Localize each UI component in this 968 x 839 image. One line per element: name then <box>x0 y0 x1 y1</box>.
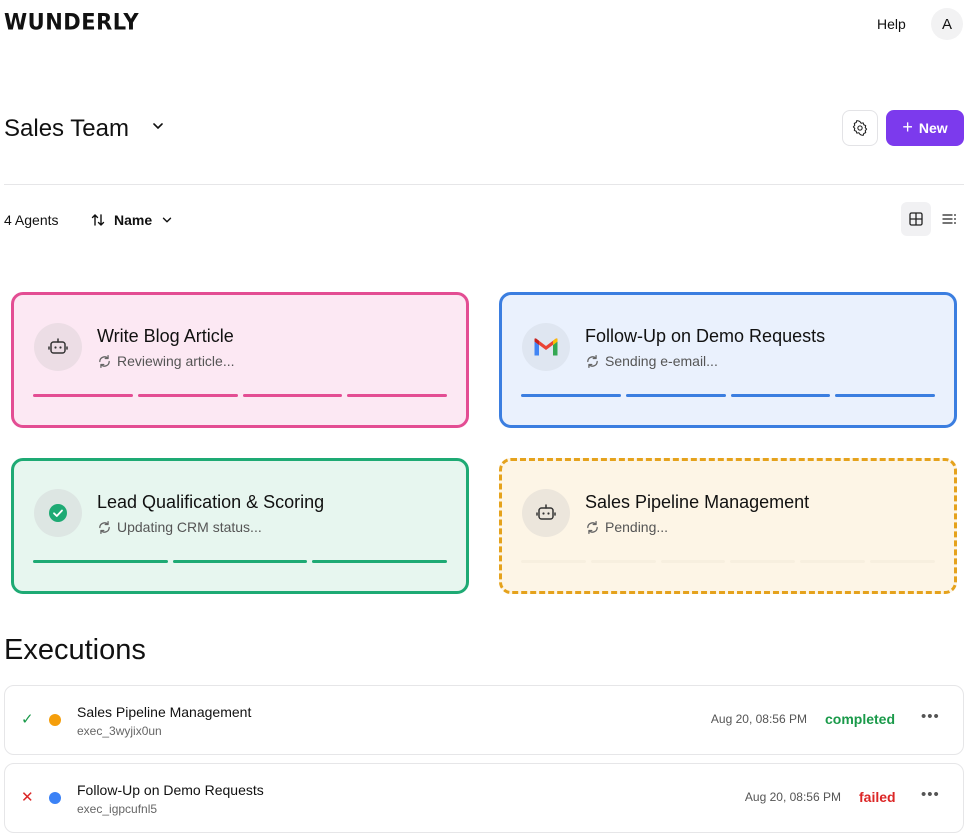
plus-icon: + <box>902 117 913 137</box>
execution-id: exec_igpcufnl5 <box>77 802 158 816</box>
agents-count: 4 Agents <box>4 212 59 228</box>
refresh-icon <box>587 520 598 534</box>
progress-bar <box>521 394 935 398</box>
agent-avatar <box>34 323 82 371</box>
more-options-icon[interactable]: ••• <box>921 708 940 725</box>
grid-icon <box>909 212 923 226</box>
agent-title: Follow-Up on Demo Requests <box>585 326 826 346</box>
status-dot <box>49 792 61 804</box>
agent-card[interactable]: Lead Qualification & Scoring Updating CR… <box>11 458 469 594</box>
agent-status-text: Pending... <box>605 519 669 535</box>
agent-avatar <box>522 323 570 371</box>
sort-label: Name <box>114 212 153 228</box>
execution-row[interactable]: ✓ Sales Pipeline Management exec_3wyjix0… <box>4 685 964 755</box>
team-selector[interactable]: Sales Team <box>4 115 129 143</box>
brand-logo[interactable]: WUNDERLY <box>4 9 139 34</box>
agent-card[interactable]: Follow-Up on Demo Requests Sending e-ema… <box>499 292 957 428</box>
execution-row[interactable]: ✕ Follow-Up on Demo Requests exec_igpcuf… <box>4 763 964 833</box>
agent-title: Lead Qualification & Scoring <box>97 492 325 512</box>
chevron-down-icon <box>162 217 172 223</box>
sort-icon <box>91 214 105 226</box>
status-badge: completed <box>825 711 896 727</box>
execution-time: Aug 20, 08:56 PM <box>710 712 807 726</box>
execution-name: Sales Pipeline Management <box>77 704 252 720</box>
refresh-icon <box>99 354 110 368</box>
new-agent-button[interactable]: + New <box>886 110 964 146</box>
agent-status: Reviewing article... <box>97 353 235 369</box>
agent-status: Sending e-email... <box>585 353 718 369</box>
refresh-icon <box>99 520 110 534</box>
more-options-icon[interactable]: ••• <box>921 786 940 803</box>
grid-view-button[interactable] <box>901 202 931 236</box>
sort-dropdown[interactable]: Name <box>90 208 174 232</box>
agent-avatar <box>34 489 82 537</box>
settings-button[interactable] <box>842 110 878 146</box>
agent-avatar <box>522 489 570 537</box>
progress-bar <box>33 560 448 564</box>
new-button-label: New <box>918 120 948 136</box>
robot-icon <box>48 338 68 354</box>
agent-status-text: Updating CRM status... <box>117 519 262 535</box>
chevron-down-icon[interactable] <box>150 118 166 134</box>
avatar[interactable]: A <box>931 8 963 40</box>
list-icon <box>941 214 956 224</box>
progress-bar <box>521 560 935 564</box>
agent-card[interactable]: Sales Pipeline Management Pending... <box>499 458 957 594</box>
team-header: Sales Team + New <box>4 110 964 146</box>
agent-status: Updating CRM status... <box>97 519 262 535</box>
status-badge: failed <box>859 789 896 805</box>
execution-time: Aug 20, 08:56 PM <box>744 790 841 804</box>
agent-title: Write Blog Article <box>97 326 234 346</box>
help-link[interactable]: Help <box>877 16 906 32</box>
agents-toolbar: 4 Agents Name <box>4 202 964 236</box>
agent-status: Pending... <box>585 519 668 535</box>
gear-icon <box>852 120 868 136</box>
top-bar: WUNDERLY Help A <box>0 0 968 48</box>
execution-id: exec_3wyjix0un <box>77 724 162 738</box>
agent-title: Sales Pipeline Management <box>585 492 810 512</box>
check-icon: ✓ <box>21 711 34 728</box>
close-icon: ✕ <box>21 789 34 806</box>
check-circle-icon <box>49 504 67 522</box>
agent-status-text: Sending e-email... <box>605 353 718 369</box>
list-view-button[interactable] <box>934 202 964 236</box>
progress-bar <box>33 394 447 398</box>
executions-heading: Executions <box>4 634 146 666</box>
robot-icon <box>536 504 556 520</box>
execution-name: Follow-Up on Demo Requests <box>77 782 264 798</box>
gmail-icon <box>534 338 558 356</box>
divider <box>4 184 964 185</box>
agent-card[interactable]: Write Blog Article Reviewing article... <box>11 292 469 428</box>
status-dot <box>49 714 61 726</box>
refresh-icon <box>587 354 598 368</box>
agent-status-text: Reviewing article... <box>117 353 235 369</box>
